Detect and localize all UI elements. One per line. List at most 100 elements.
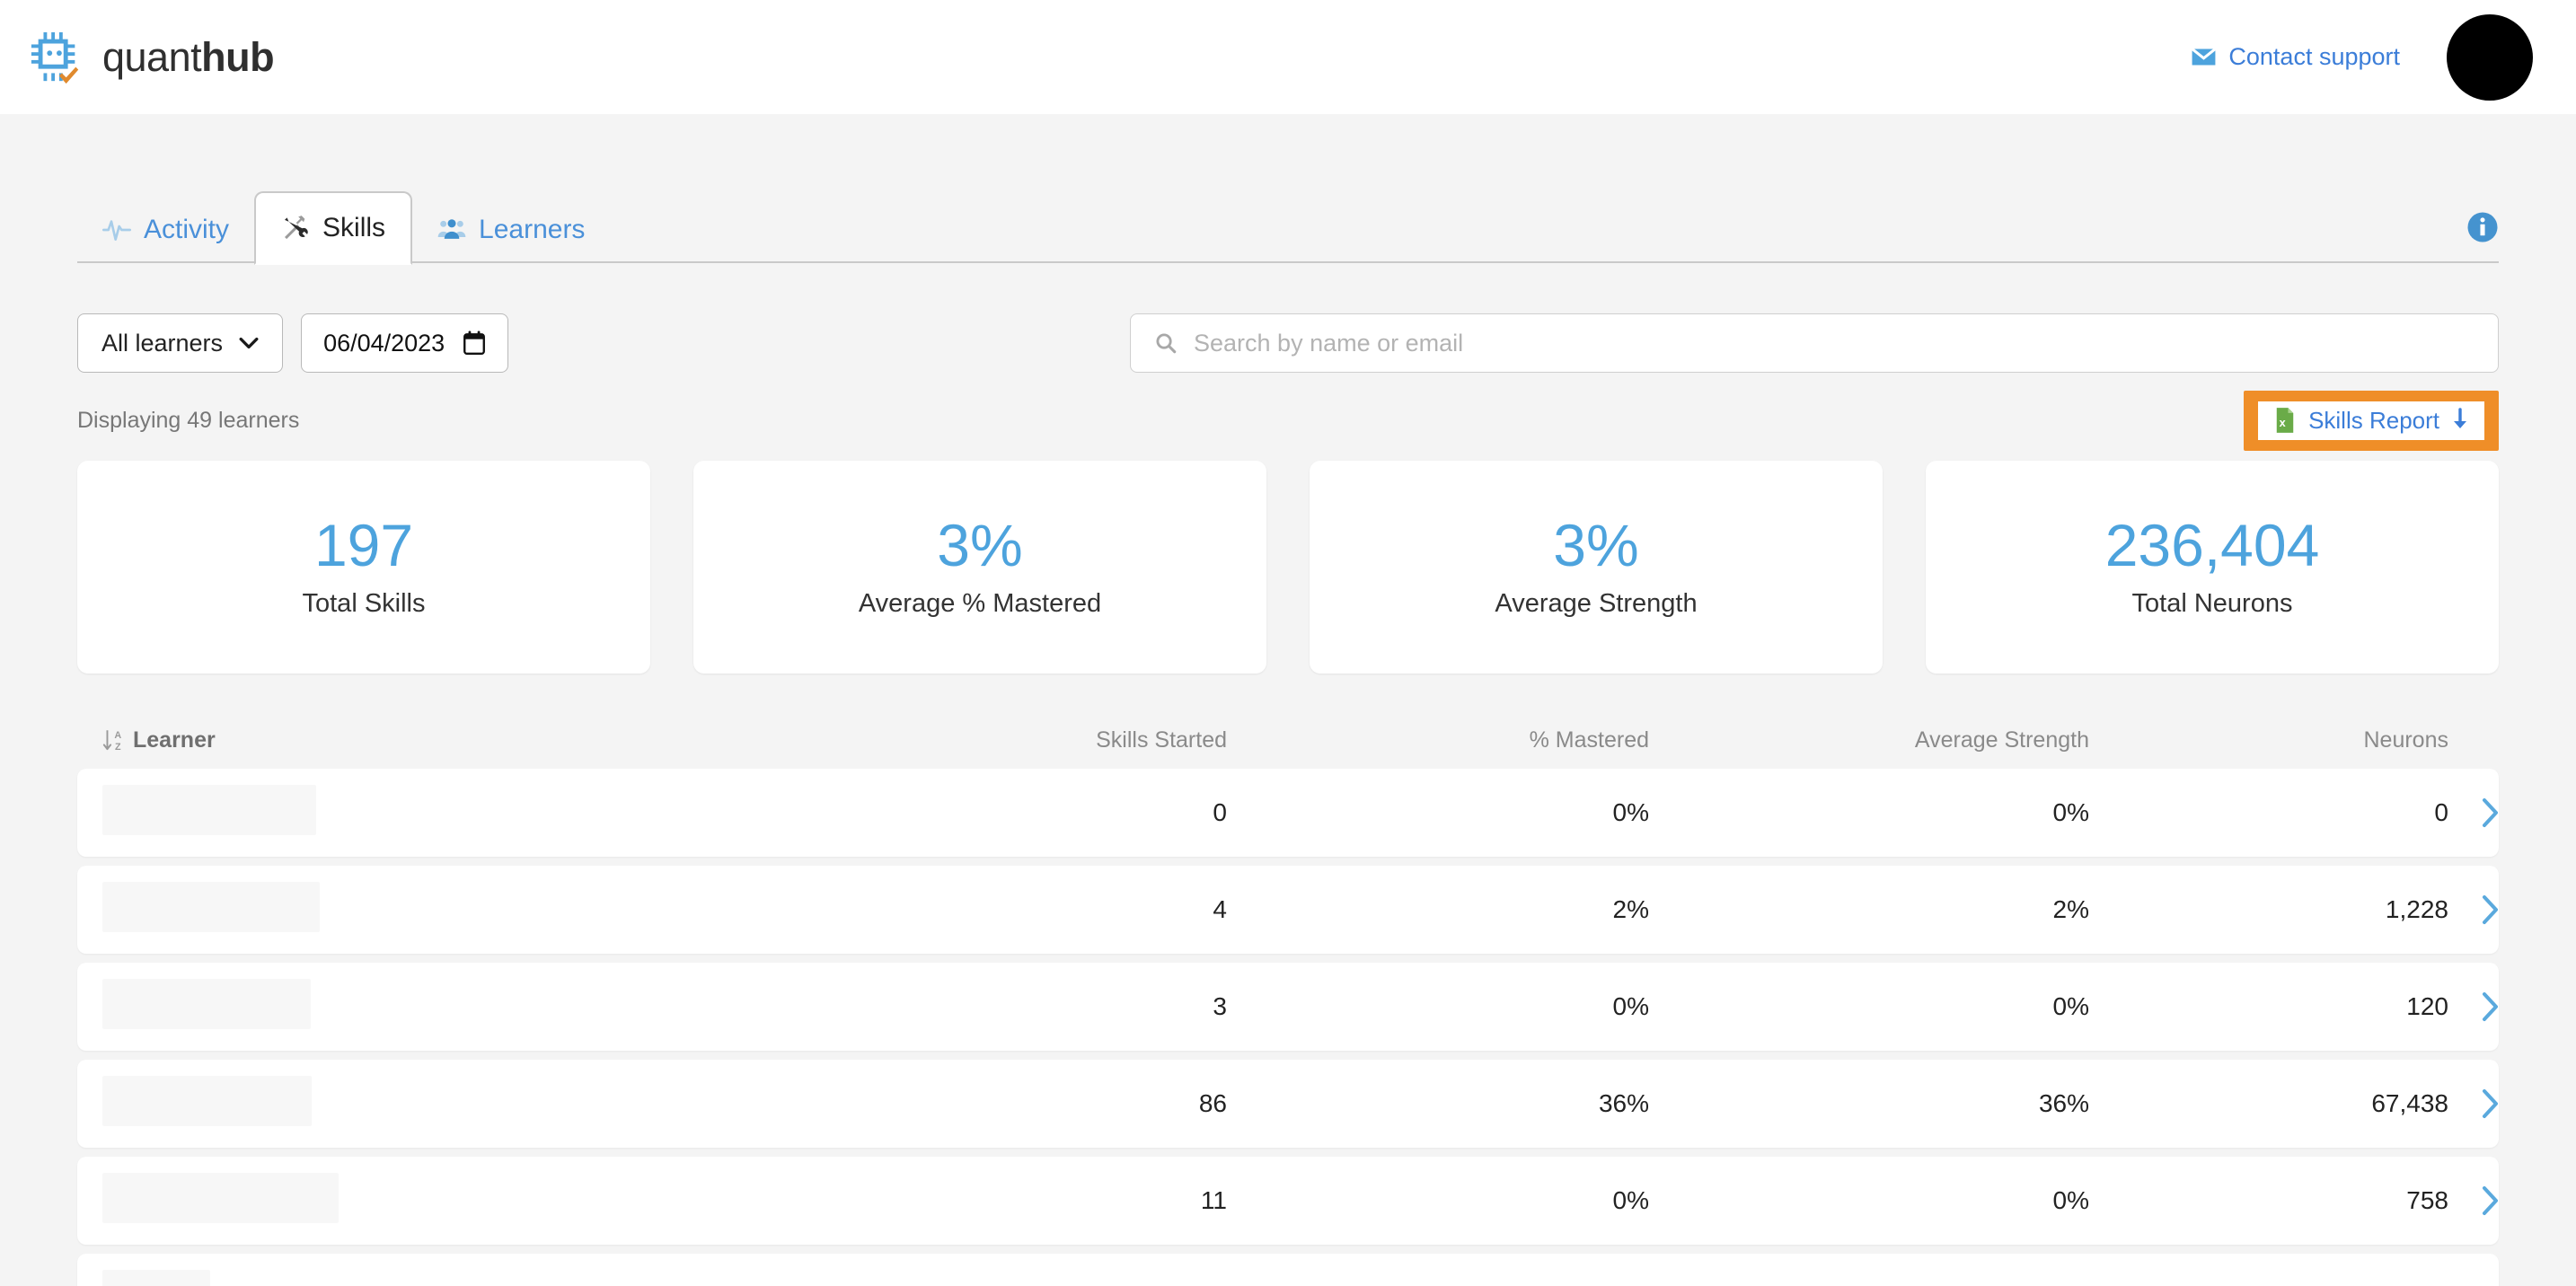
tab-learners[interactable]: Learners xyxy=(412,197,610,263)
stat-cards: 197 Total Skills 3% Average % Mastered 3… xyxy=(77,461,2499,674)
cell-learner-name xyxy=(77,881,886,938)
cell-neurons: 120 xyxy=(2406,992,2448,1020)
stat-card-average-mastered: 3% Average % Mastered xyxy=(693,461,1266,674)
table-row[interactable]: 4 2% 2% 1,228 xyxy=(77,866,2499,954)
cell-learner-name xyxy=(77,978,886,1035)
stat-card-average-strength: 3% Average Strength xyxy=(1310,461,1883,674)
redacted-name-block xyxy=(102,1269,210,1286)
info-icon[interactable] xyxy=(2466,211,2499,243)
column-header-mastered[interactable]: % Mastered xyxy=(1227,727,1649,753)
table-header-row: A Z Learner Skills Started % Mastered Av… xyxy=(77,711,2499,769)
redacted-name-block xyxy=(102,784,316,835)
skills-report-label: Skills Report xyxy=(2308,406,2439,434)
svg-text:x: x xyxy=(2280,417,2286,429)
header-actions: Contact support xyxy=(2190,13,2533,101)
learners-table: A Z Learner Skills Started % Mastered Av… xyxy=(77,711,2499,1286)
cell-mastered: 0% xyxy=(1612,798,1649,826)
cell-neurons: 758 xyxy=(2406,1186,2448,1214)
contact-support-link[interactable]: Contact support xyxy=(2190,43,2400,71)
cell-mastered: 36% xyxy=(1598,1089,1649,1117)
column-header-average-strength[interactable]: Average Strength xyxy=(1649,727,2089,753)
page-content: Activity Skills Learners All learners 06… xyxy=(0,189,2576,1286)
skills-report-button[interactable]: x Skills Report xyxy=(2258,401,2484,440)
column-header-skills-started[interactable]: Skills Started xyxy=(886,727,1227,753)
column-header-learner[interactable]: A Z Learner xyxy=(77,727,886,753)
column-header-learner-label: Learner xyxy=(133,727,216,753)
cell-mastered: 0% xyxy=(1612,992,1649,1020)
chevron-right-icon xyxy=(2483,798,2498,827)
stat-value: 197 xyxy=(313,512,414,578)
table-row[interactable]: 3 0% 0% 120 xyxy=(77,963,2499,1051)
cell-open-detail[interactable] xyxy=(2448,894,2502,925)
cell-skills-started: 3 xyxy=(1213,992,1227,1020)
sort-az-icon: A Z xyxy=(102,730,121,753)
cell-mastered: 2% xyxy=(1612,895,1649,923)
tab-skills-label: Skills xyxy=(322,213,386,242)
table-row[interactable]: 86 36% 36% 67,438 xyxy=(77,1060,2499,1148)
cell-neurons: 67,438 xyxy=(2371,1089,2448,1117)
tab-activity[interactable]: Activity xyxy=(77,197,254,263)
column-header-neurons[interactable]: Neurons xyxy=(2089,727,2449,753)
cell-skills-started: 4 xyxy=(1213,895,1227,923)
contact-support-label: Contact support xyxy=(2228,43,2400,70)
avatar[interactable] xyxy=(2447,13,2533,101)
redacted-name-block xyxy=(102,1172,339,1223)
filter-row: All learners 06/04/2023 xyxy=(77,313,2499,373)
cell-learner-name xyxy=(77,1269,886,1286)
stat-label: Average Strength xyxy=(1495,589,1698,618)
cell-open-detail[interactable] xyxy=(2448,797,2502,828)
table-body: 0 0% 0% 0 4 2% 2% 1,228 3 0% 0% 120 86 36% 36% 67,438 11… xyxy=(77,769,2499,1286)
cell-average-strength: 0% xyxy=(2052,1186,2089,1214)
tab-bar: Activity Skills Learners xyxy=(77,189,2499,265)
search-input[interactable] xyxy=(1194,329,2475,357)
pulse-icon xyxy=(102,220,131,241)
app-header: quanthub Contact support xyxy=(0,0,2576,114)
chevron-right-icon xyxy=(2483,992,2498,1021)
tab-skills[interactable]: Skills xyxy=(254,191,413,265)
brand-logo[interactable]: quanthub xyxy=(29,30,275,85)
svg-text:Z: Z xyxy=(115,742,121,753)
brand-wordmark: quanthub xyxy=(102,33,275,80)
learner-scope-select[interactable]: All learners xyxy=(77,313,284,373)
search-box[interactable] xyxy=(1130,313,2499,373)
table-row[interactable] xyxy=(77,1254,2499,1286)
stat-card-total-skills: 197 Total Skills xyxy=(77,461,650,674)
table-row[interactable]: 11 0% 0% 758 xyxy=(77,1157,2499,1245)
cell-learner-name xyxy=(77,1075,886,1132)
learner-scope-value: All learners xyxy=(101,329,224,357)
cell-mastered: 0% xyxy=(1612,1186,1649,1214)
redacted-name-block xyxy=(102,978,311,1029)
stat-label: Average % Mastered xyxy=(858,589,1102,618)
date-input[interactable]: 06/04/2023 xyxy=(301,313,509,373)
cell-average-strength: 36% xyxy=(2038,1089,2089,1117)
chevron-right-icon xyxy=(2483,895,2498,924)
cell-learner-name xyxy=(77,784,886,841)
search-icon xyxy=(1156,333,1177,354)
cell-open-detail[interactable] xyxy=(2448,991,2502,1022)
stat-value: 3% xyxy=(1553,512,1639,578)
meta-row: Displaying 49 learners x Skills Report xyxy=(77,390,2499,451)
envelope-icon xyxy=(2192,48,2217,66)
tab-activity-label: Activity xyxy=(144,215,230,244)
cell-average-strength: 2% xyxy=(2052,895,2089,923)
date-value: 06/04/2023 xyxy=(323,329,446,357)
stat-card-total-neurons: 236,404 Total Neurons xyxy=(1926,461,2499,674)
stat-value: 236,404 xyxy=(2104,512,2320,578)
cell-neurons: 1,228 xyxy=(2385,895,2448,923)
cell-open-detail[interactable] xyxy=(2448,1088,2502,1119)
cell-learner-name xyxy=(77,1172,886,1229)
table-row[interactable]: 0 0% 0% 0 xyxy=(77,769,2499,857)
tools-icon xyxy=(285,216,308,240)
tab-learners-label: Learners xyxy=(479,215,586,244)
chevron-right-icon xyxy=(2483,1089,2498,1118)
cell-average-strength: 0% xyxy=(2052,798,2089,826)
calendar-icon xyxy=(463,330,486,356)
displaying-count: Displaying 49 learners xyxy=(77,407,300,433)
stat-label: Total Skills xyxy=(302,589,426,618)
redacted-name-block xyxy=(102,881,320,932)
redacted-name-block xyxy=(102,1075,312,1126)
cell-skills-started: 86 xyxy=(1198,1089,1227,1117)
cell-skills-started: 11 xyxy=(1200,1186,1227,1214)
excel-file-icon: x xyxy=(2276,408,2294,433)
cell-open-detail[interactable] xyxy=(2448,1185,2502,1216)
